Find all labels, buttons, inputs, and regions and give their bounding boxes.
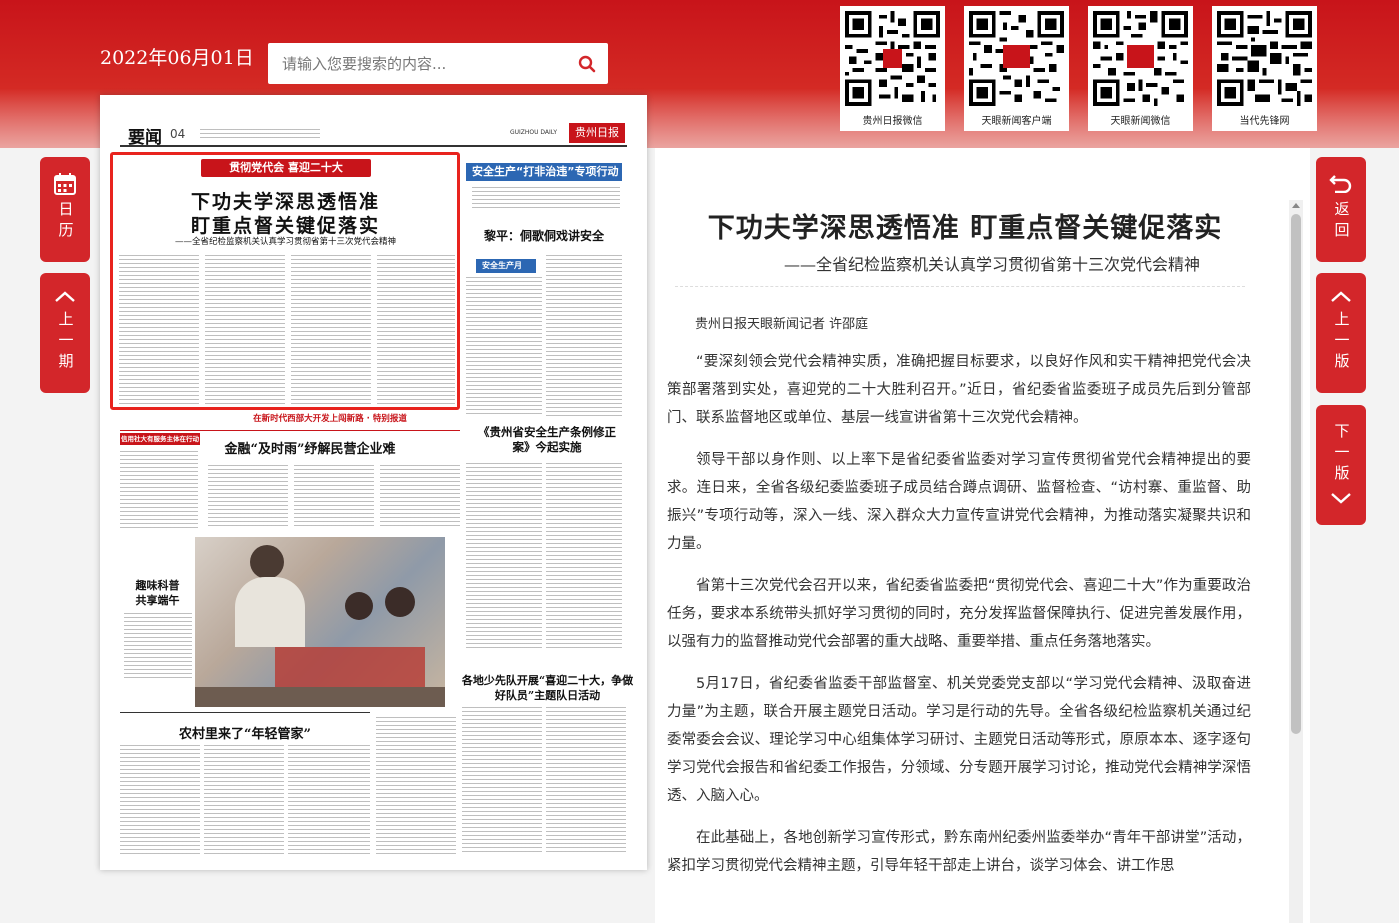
page-masthead: 要闻 04 GUIZHOU DAILY 贵州日报 — [120, 123, 627, 148]
calendar-label: 日历 — [56, 201, 75, 243]
fun-science-title-2[interactable]: 共享端午 — [120, 593, 195, 608]
text-column — [462, 707, 542, 855]
text-column — [291, 255, 371, 405]
article-body: “要深刻领会党代会精神实质，准确把握目标要求，以良好作风和实干精神把党代会决策部… — [667, 348, 1251, 894]
text-column — [546, 463, 622, 648]
young-pioneers-title[interactable]: 各地少先队开展“喜迎二十大，争做好队员”主题队日活动 — [460, 673, 635, 703]
qr-code-icon — [969, 11, 1064, 106]
text-column — [466, 463, 542, 648]
masthead-info — [200, 129, 320, 139]
text-column — [288, 745, 370, 855]
liping-title[interactable]: 黎平：侗歌侗戏讲安全 — [466, 227, 622, 244]
qr-caption: 天眼新闻客户端 — [981, 116, 1052, 127]
qr-code-icon — [1093, 11, 1188, 106]
news-photo[interactable] — [195, 537, 445, 707]
scrollbar-thumb[interactable] — [1291, 214, 1301, 734]
prev-issue-label: 上一期 — [56, 311, 75, 374]
chevron-up-icon — [1331, 291, 1351, 302]
article-subtitle: ——全省纪检监察机关认真学习贯彻省第十三次党代会精神 — [783, 255, 1200, 274]
text-column — [120, 451, 198, 529]
text-column — [466, 277, 542, 417]
text-column — [380, 465, 460, 529]
scroll-up-arrow-icon[interactable] — [1292, 203, 1300, 208]
photo-figure — [385, 587, 415, 617]
chevron-up-icon — [55, 291, 75, 302]
lead-subtitle: ——全省纪检监察机关认真学习贯彻省第十三次党代会精神 — [174, 237, 396, 247]
text-column — [294, 465, 374, 529]
finance-title[interactable]: 金融“及时雨”纾解民营企业难 — [210, 438, 410, 457]
photo-figure — [235, 577, 305, 647]
search-input[interactable] — [268, 43, 568, 84]
safety-banner: 安全生产“打非治违”专项行动 — [466, 163, 622, 181]
divider — [675, 286, 1245, 287]
photo-figure — [275, 647, 425, 687]
search-icon — [578, 55, 596, 72]
masthead-en: GUIZHOU DAILY — [509, 129, 557, 136]
text-column — [546, 255, 622, 417]
text-column — [204, 745, 284, 855]
back-label: 返回 — [1332, 201, 1351, 243]
next-page-button[interactable]: 下一版 — [1316, 405, 1366, 525]
photo-figure — [195, 687, 445, 707]
special-report-strip: 在新时代西部大开发上闯新路 · 特别报道 — [200, 412, 460, 426]
lead-title-line1: 下功夫学深思透悟准 — [190, 191, 380, 213]
qr-tianyan-wechat[interactable]: 天眼新闻微信 — [1088, 6, 1193, 131]
text-column — [205, 255, 285, 405]
article-scrollbar[interactable] — [1289, 200, 1303, 923]
photo-figure — [345, 592, 373, 620]
safety-month-banner: 安全生产月 — [476, 259, 536, 273]
prev-page-label: 上一版 — [1332, 311, 1351, 374]
text-column — [124, 613, 192, 681]
qr-caption: 天眼新闻微信 — [1110, 116, 1171, 127]
qr-guizhou-daily-wechat[interactable]: 贵州日报微信 — [840, 6, 945, 131]
qr-caption: 贵州日报微信 — [862, 116, 923, 127]
text-column — [208, 465, 288, 529]
calendar-button[interactable]: 日历 — [40, 157, 90, 262]
qr-caption: 当代先锋网 — [1239, 116, 1290, 127]
return-icon — [1329, 175, 1352, 193]
article-paragraph: 省第十三次党代会召开以来，省纪委省监委把“贯彻党代会、喜迎二十大”作为重要政治任… — [667, 578, 1251, 650]
divider — [120, 430, 460, 431]
next-page-label: 下一版 — [1332, 423, 1351, 486]
prev-page-button[interactable]: 上一版 — [1316, 273, 1366, 393]
photo-figure — [250, 545, 284, 579]
text-column — [376, 717, 456, 855]
village-title[interactable]: 农村里来了“年轻管家” — [120, 723, 370, 742]
article-title: 下功夫学深思透悟准 盯重点督关键促落实 — [707, 213, 1223, 244]
article-panel: 下功夫学深思透悟准 盯重点督关键促落实 ——全省纪检监察机关认真学习贯彻省第十三… — [655, 148, 1310, 923]
article-paragraph: “要深刻领会党代会精神实质，准确把握目标要求，以良好作风和实干精神把党代会决策部… — [667, 354, 1251, 426]
issue-date: 2022年06月01日 — [100, 47, 254, 69]
text-column — [119, 255, 199, 405]
qr-tianyan-app[interactable]: 天眼新闻客户端 — [964, 6, 1069, 131]
qr-dangdai-xianfeng[interactable]: 当代先锋网 — [1212, 6, 1317, 131]
newspaper-page[interactable]: 要闻 04 GUIZHOU DAILY 贵州日报 贯彻党代会 喜迎二十大 下功夫… — [100, 95, 647, 870]
article-paragraph: 5月17日，省纪委省监委干部监督室、机关党委党支部以“学习党代会精神、汲取奋进力… — [667, 676, 1251, 804]
search-button[interactable] — [566, 43, 608, 84]
lead-title-line2: 盯重点督关键促落实 — [190, 215, 380, 237]
lead-article-area[interactable]: 贯彻党代会 喜迎二十大 下功夫学深思透悟准 盯重点督关键促落实 ——全省纪检监察… — [110, 152, 460, 410]
text-block — [472, 187, 620, 211]
search-box — [268, 43, 608, 84]
qr-code-icon — [845, 11, 940, 106]
fun-science-title-1[interactable]: 趣味科普 — [120, 578, 195, 593]
chevron-down-icon — [1331, 493, 1351, 504]
qr-code-icon — [1217, 11, 1312, 106]
text-column — [377, 255, 455, 405]
back-button[interactable]: 返回 — [1316, 157, 1366, 262]
section-name: 要闻 — [128, 128, 162, 148]
article-paragraph: 领导干部以身作则、以上率下是省纪委省监委对学习宣传贯彻省党代会精神提出的要求。连… — [667, 452, 1251, 552]
calendar-icon — [54, 173, 76, 195]
masthead-logo: 贵州日报 — [569, 123, 625, 143]
text-column — [120, 745, 200, 855]
safety-regulation-title[interactable]: 《贵州省安全生产条例修正案》今起实施 — [472, 425, 622, 455]
article-paragraph: 在此基础上，各地创新学习宣传形式，黔东南州纪委州监委举办“青年干部讲堂”活动，紧… — [667, 830, 1251, 874]
prev-issue-button[interactable]: 上一期 — [40, 273, 90, 393]
divider — [120, 712, 370, 713]
lead-banner: 贯彻党代会 喜迎二十大 — [201, 159, 371, 177]
article-byline: 贵州日报天眼新闻记者 许邵庭 — [695, 317, 869, 332]
page-number: 04 — [170, 127, 186, 141]
credit-banner: 信用社大有服务主体在行动 — [120, 433, 200, 445]
text-column — [546, 707, 626, 855]
